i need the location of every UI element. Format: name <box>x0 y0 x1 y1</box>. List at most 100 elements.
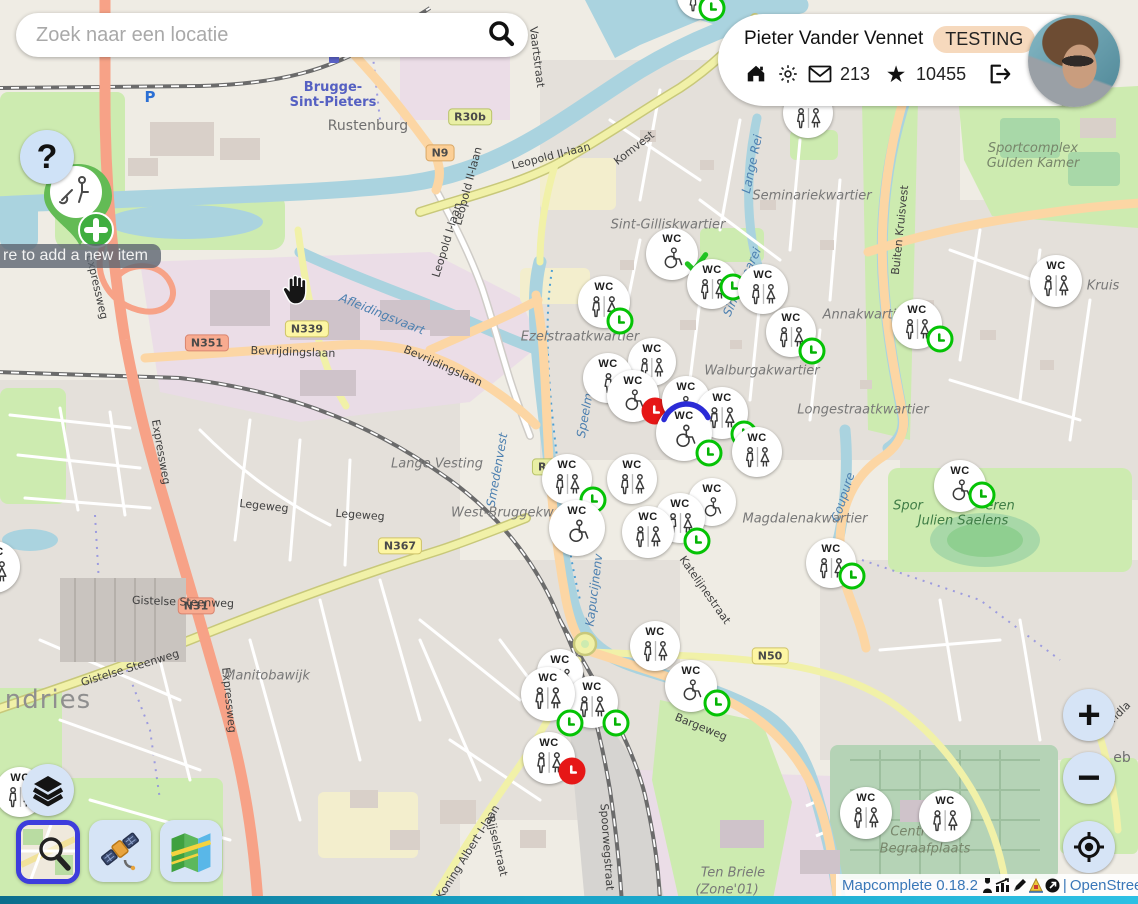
toilet-type-icon <box>849 804 883 831</box>
search-input[interactable] <box>34 23 486 48</box>
marker-wc-label: WC <box>642 344 661 355</box>
toilet-marker[interactable]: WC <box>607 454 657 504</box>
open-clock-badge <box>603 710 630 737</box>
changesets-count: 10455 <box>916 64 966 85</box>
messages-count: 213 <box>840 64 870 85</box>
zoom-out-label: − <box>1077 756 1100 801</box>
toilet-marker[interactable]: WC <box>542 454 592 504</box>
toilet-marker[interactable]: WC <box>656 405 712 461</box>
marker-wc-label: WC <box>681 666 700 677</box>
edit-pencil-icon[interactable] <box>1012 878 1027 893</box>
settings-gear-icon[interactable] <box>776 62 800 86</box>
logout-icon[interactable] <box>988 62 1012 86</box>
map-style-carto-button[interactable] <box>160 820 222 882</box>
toilet-marker[interactable]: WC <box>677 0 723 19</box>
user-statistics-icon[interactable] <box>981 878 994 893</box>
map-style-osm-button[interactable] <box>16 820 80 884</box>
toilet-type-icon <box>616 471 649 497</box>
toilet-marker[interactable]: WC <box>892 299 942 349</box>
open-clock-badge <box>696 440 723 467</box>
marker-wc-label: WC <box>907 305 926 316</box>
toilet-marker[interactable]: WC <box>919 790 971 842</box>
osm-map-icon <box>21 825 75 879</box>
testing-badge: TESTING <box>933 26 1035 53</box>
user-name: Pieter Vander Vennet <box>744 28 923 50</box>
zoom-out-button[interactable]: − <box>1063 752 1115 804</box>
mapcomplete-version-link[interactable]: Mapcomplete 0.18.2 <box>842 877 978 894</box>
toilet-marker[interactable]: WC <box>766 307 816 357</box>
marker-wc-label: WC <box>856 793 875 804</box>
background-style-switcher <box>16 820 222 884</box>
user-avatar[interactable] <box>1028 15 1120 107</box>
marker-wc-label: WC <box>674 411 693 422</box>
marker-wc-label: WC <box>781 313 800 324</box>
toilet-marker[interactable]: WC <box>738 264 788 314</box>
marker-wc-label: WC <box>821 544 840 555</box>
map-markers-layer: WCWCWCWCWCWCWCWCWCWCWCWCWCWCWCWCWCWCWCWC… <box>0 0 1138 904</box>
hand-cursor-icon <box>279 271 313 312</box>
marker-wc-label: WC <box>557 460 576 471</box>
help-button[interactable]: ? <box>20 130 74 184</box>
toilet-type-icon <box>559 517 596 546</box>
open-clock-badge <box>699 0 726 22</box>
toilet-type-icon <box>1039 272 1073 299</box>
star-icon[interactable]: ★ <box>884 62 908 86</box>
toilet-marker[interactable]: WC <box>1030 255 1082 307</box>
toilet-marker[interactable]: WC <box>840 787 892 839</box>
attribution-bar: Mapcomplete 0.18.2 <box>836 874 1138 896</box>
marker-wc-label: WC <box>662 234 681 245</box>
marker-wc-label: WC <box>712 393 731 404</box>
open-clock-badge <box>557 710 584 737</box>
marker-wc-label: WC <box>638 512 657 523</box>
marker-wc-label: WC <box>0 547 4 558</box>
marker-wc-label: WC <box>935 796 954 807</box>
home-icon[interactable] <box>744 62 768 86</box>
help-label: ? <box>37 138 58 177</box>
marker-wc-label: WC <box>622 460 641 471</box>
map-style-satellite-button[interactable] <box>89 820 151 882</box>
zoom-in-button[interactable]: + <box>1063 689 1115 741</box>
josm-icon[interactable] <box>1028 878 1044 893</box>
toilet-type-icon <box>0 558 11 585</box>
marker-wc-label: WC <box>702 484 721 495</box>
toilet-marker[interactable]: WC <box>732 427 782 477</box>
toilet-type-icon <box>741 444 774 470</box>
toilet-marker[interactable]: WC <box>665 660 717 712</box>
search-bar <box>16 13 528 57</box>
toilet-marker[interactable]: WC <box>687 259 737 309</box>
zoom-in-label: + <box>1077 693 1100 738</box>
toilet-marker[interactable]: WC <box>523 732 575 784</box>
open-clock-badge <box>927 326 954 353</box>
geolocate-button[interactable] <box>1063 821 1115 873</box>
messages-envelope-icon[interactable] <box>808 62 832 86</box>
toilet-marker[interactable]: WC <box>630 621 680 671</box>
open-clock-badge <box>607 308 634 335</box>
toilet-marker[interactable]: WC <box>521 667 575 721</box>
add-item-tooltip: re to add a new item <box>0 244 161 268</box>
toilet-marker[interactable]: WC <box>0 541 20 593</box>
marker-wc-label: WC <box>702 265 721 276</box>
mapcomplete-app: Brugge- Sint-PietersRustenburgPN9R30bN37… <box>0 0 1138 904</box>
open-clock-badge <box>839 563 866 590</box>
search-icon[interactable] <box>486 18 516 52</box>
openstreetmap-link[interactable]: OpenStreetMap <box>1070 877 1138 894</box>
toilet-marker[interactable]: WC <box>622 506 674 558</box>
marker-wc-label: WC <box>950 466 969 477</box>
toilet-type-icon <box>551 471 584 497</box>
marker-wc-label: WC <box>1046 261 1065 272</box>
toilet-type-icon <box>639 638 672 664</box>
toilet-marker[interactable]: WC <box>549 500 605 556</box>
toilet-marker[interactable]: WC <box>607 370 659 422</box>
toilet-type-icon <box>530 684 566 712</box>
marker-wc-label: WC <box>538 673 557 684</box>
toilet-marker[interactable]: WC <box>934 460 986 512</box>
share-link-icon[interactable] <box>1045 878 1060 893</box>
marker-wc-label: WC <box>623 376 642 387</box>
bar-chart-icon[interactable] <box>995 878 1011 892</box>
toilet-type-icon <box>792 105 825 131</box>
layers-button[interactable] <box>22 764 74 816</box>
toilet-type-icon <box>928 807 962 834</box>
toilet-marker[interactable]: WC <box>578 276 630 328</box>
crosshair-icon <box>1073 831 1105 863</box>
toilet-marker[interactable]: WC <box>806 538 856 588</box>
